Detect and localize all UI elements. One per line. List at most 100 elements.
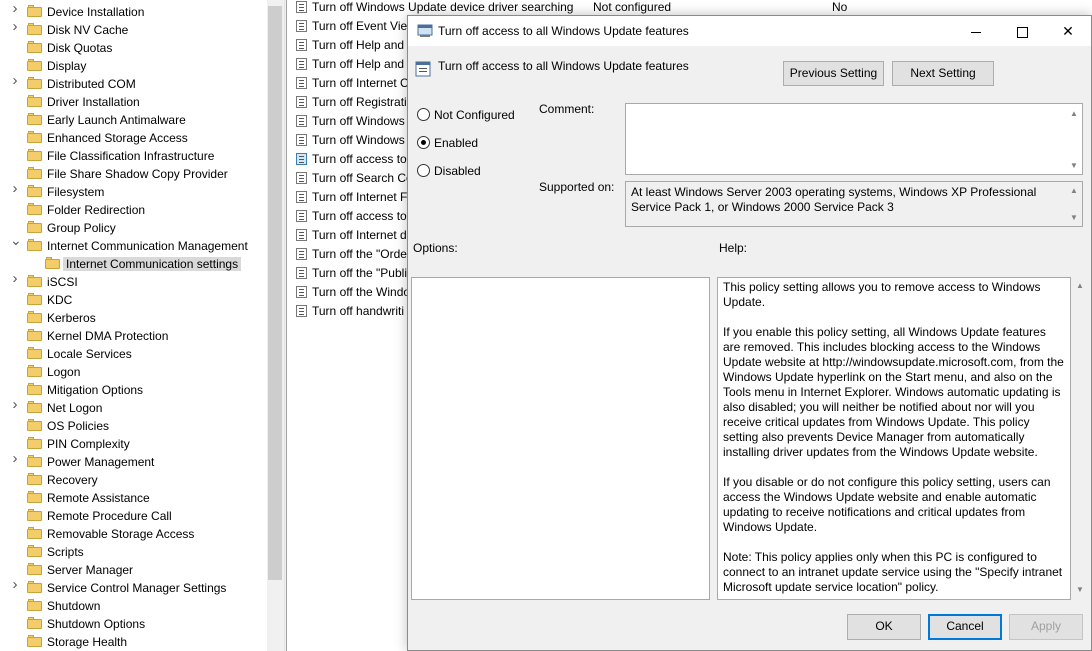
tree-item-label: Storage Health (47, 635, 128, 649)
pane-splitter[interactable] (284, 0, 287, 651)
folder-icon (27, 617, 43, 630)
chevron-right-icon[interactable]: › (10, 19, 20, 34)
minimize-button[interactable] (953, 16, 999, 46)
tree-item[interactable]: KDC (0, 291, 266, 309)
next-setting-button[interactable]: Next Setting (892, 61, 994, 86)
close-button[interactable]: ✕ (1045, 16, 1091, 46)
setting-name: Turn off Windows (312, 114, 405, 128)
tree-item[interactable]: Remote Procedure Call (0, 507, 266, 525)
tree-item[interactable]: › Power Management (0, 451, 266, 471)
folder-icon (27, 329, 43, 342)
tree-item[interactable]: Mitigation Options (0, 381, 266, 399)
tree-item-label: iSCSI (47, 275, 78, 289)
scroll-up-icon[interactable]: ▲ (1076, 281, 1086, 290)
previous-setting-button[interactable]: Previous Setting (783, 61, 884, 86)
policy-setting-icon (296, 305, 307, 317)
tree-scrollbar-thumb[interactable] (268, 6, 282, 580)
ok-button[interactable]: OK (847, 614, 921, 640)
tree-item[interactable]: Locale Services (0, 345, 266, 363)
tree-item[interactable]: Kerberos (0, 309, 266, 327)
radio-button[interactable] (417, 108, 430, 121)
tree-item[interactable]: Logon (0, 363, 266, 381)
tree-item[interactable]: Early Launch Antimalware (0, 111, 266, 129)
folder-icon (27, 41, 43, 54)
setting-name: Turn off the "Publi (312, 266, 407, 280)
help-scrollbar[interactable]: ▲ ▼ (1071, 277, 1089, 600)
tree-item[interactable]: Shutdown (0, 597, 266, 615)
chevron-right-icon[interactable]: › (10, 577, 20, 592)
chevron-right-icon[interactable]: › (10, 1, 20, 16)
scroll-down-icon[interactable]: ▼ (1076, 585, 1086, 594)
tree-item[interactable]: › Filesystem (0, 181, 266, 201)
tree-item-label: Kernel DMA Protection (47, 329, 169, 343)
scroll-down-icon[interactable]: ▼ (1070, 213, 1088, 222)
tree-item[interactable]: › Device Installation (0, 1, 266, 21)
dialog-titlebar[interactable]: Turn off access to all Windows Update fe… (408, 16, 1091, 46)
tree-item[interactable]: Storage Health (0, 633, 266, 651)
chevron-down-icon[interactable]: ⌄ (10, 233, 22, 247)
chevron-right-icon[interactable]: › (10, 73, 20, 88)
scroll-down-icon[interactable]: ▼ (1070, 161, 1088, 170)
tree-item-label: Logon (47, 365, 81, 379)
tree-item-label: OS Policies (47, 419, 110, 433)
tree-item[interactable]: Scripts (0, 543, 266, 561)
setting-name: Turn off Registrati (312, 95, 407, 109)
tree-item[interactable]: Disk Quotas (0, 39, 266, 57)
tree-item[interactable]: Driver Installation (0, 93, 266, 111)
tree-item[interactable]: OS Policies (0, 417, 266, 435)
scroll-up-icon[interactable]: ▲ (1070, 186, 1088, 195)
tree-item[interactable]: Shutdown Options (0, 615, 266, 633)
policy-setting-icon (296, 1, 307, 13)
folder-icon (27, 113, 43, 126)
tree-item[interactable]: › Disk NV Cache (0, 19, 266, 39)
tree-item-label: Distributed COM (47, 77, 136, 91)
minimize-icon (971, 31, 981, 33)
tree-item[interactable]: Removable Storage Access (0, 525, 266, 543)
tree-item[interactable]: › Distributed COM (0, 73, 266, 93)
chevron-right-icon[interactable]: › (10, 271, 20, 286)
tree-item[interactable]: File Share Shadow Copy Provider (0, 165, 266, 183)
apply-button[interactable]: Apply (1009, 614, 1083, 640)
tree-item[interactable]: Server Manager (0, 561, 266, 579)
comment-textarea[interactable] (625, 103, 1083, 175)
folder-icon (27, 239, 43, 252)
chevron-right-icon[interactable]: › (10, 181, 20, 196)
setting-name: Turn off Help and (312, 57, 405, 71)
folder-icon (27, 635, 43, 648)
cancel-button[interactable]: Cancel (928, 614, 1002, 640)
tree-item[interactable]: Remote Assistance (0, 489, 266, 507)
help-paragraph: Note: This policy applies only when this… (723, 550, 1063, 594)
tree-item[interactable]: ⌄ Internet Communication Management (0, 233, 266, 255)
tree-item[interactable]: Enhanced Storage Access (0, 129, 266, 147)
radio-button[interactable] (417, 164, 430, 177)
setting-name: Turn off Windows Update device driver se… (312, 0, 574, 14)
tree-item-label: Net Logon (47, 401, 103, 415)
tree-item[interactable]: › Service Control Manager Settings (0, 577, 266, 597)
tree-item[interactable]: › Net Logon (0, 397, 266, 417)
folder-icon (27, 563, 43, 576)
tree-item[interactable]: File Classification Infrastructure (0, 147, 266, 165)
tree-item[interactable]: Group Policy (0, 219, 266, 237)
close-icon: ✕ (1062, 23, 1074, 39)
policy-setting-icon (296, 58, 307, 70)
maximize-button[interactable] (999, 16, 1045, 46)
tree-item[interactable]: Folder Redirection (0, 201, 266, 219)
folder-icon (27, 365, 43, 378)
tree-item[interactable]: PIN Complexity (0, 435, 266, 453)
tree-item[interactable]: Internet Communication settings (0, 255, 266, 273)
tree-item[interactable]: Kernel DMA Protection (0, 327, 266, 345)
chevron-right-icon[interactable]: › (10, 397, 20, 412)
policy-setting-icon (296, 134, 307, 146)
radio-button[interactable] (417, 136, 430, 149)
tree-item[interactable]: › iSCSI (0, 271, 266, 291)
tree-item[interactable]: Display (0, 57, 266, 75)
scroll-up-icon[interactable]: ▲ (1070, 109, 1088, 118)
help-label: Help: (719, 241, 748, 255)
policy-setting-icon (296, 39, 307, 51)
chevron-right-icon[interactable]: › (10, 451, 20, 466)
tree-item[interactable]: Recovery (0, 471, 266, 489)
navigation-tree: › Device Installation › Disk NV Cache Disk Q… (0, 0, 266, 651)
supported-on-value: At least Windows Server 2003 operating s… (625, 181, 1083, 227)
tree-item-label: Display (47, 59, 87, 73)
tree-scrollbar[interactable] (267, 0, 284, 651)
